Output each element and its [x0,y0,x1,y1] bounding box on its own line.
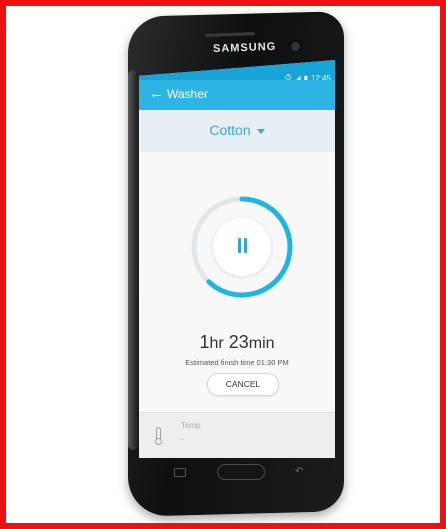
hours-unit: hr [209,335,224,352]
hours-value: 1 [199,332,210,352]
finish-label: Estimated finish time [185,358,255,367]
time-remaining: 1hr 23min [139,332,335,353]
temp-label: Temp [181,421,201,430]
finish-time-value: 01:30 PM [256,358,289,367]
brand-logo: SAMSUNG [212,40,277,56]
cycle-panel: 1hr 23min Estimated finish time 01:30 PM… [139,152,335,412]
mode-dropdown[interactable]: Cotton [139,122,335,138]
phone-screen: ⏱ ◢ ▮ 12:45 ← Washer Cotton 1hr 23min Es… [139,60,335,458]
mode-value: Cotton [209,122,251,138]
home-button[interactable] [217,464,265,480]
temp-card[interactable]: Temp - [139,412,335,458]
caret-down-icon [256,128,265,134]
phone-side-edge [128,70,138,450]
back-key-icon[interactable]: ↶ [295,466,303,477]
estimated-finish: Estimated finish time 01:30 PM [139,358,335,367]
front-camera [289,40,302,53]
cancel-button[interactable]: CANCEL [207,373,279,396]
thermometer-icon [155,427,162,445]
recent-apps-icon[interactable] [174,468,186,477]
pause-button[interactable] [213,218,271,276]
arrow-left-icon[interactable]: ← [149,85,164,103]
pause-icon [237,238,248,255]
temp-value: - [181,435,184,444]
app-title: Washer [167,87,208,101]
minutes-unit: min [248,335,275,352]
mode-bar: Cotton [139,110,335,152]
minutes-value: 23 [228,332,249,352]
app-bar: ← Washer [139,80,335,110]
